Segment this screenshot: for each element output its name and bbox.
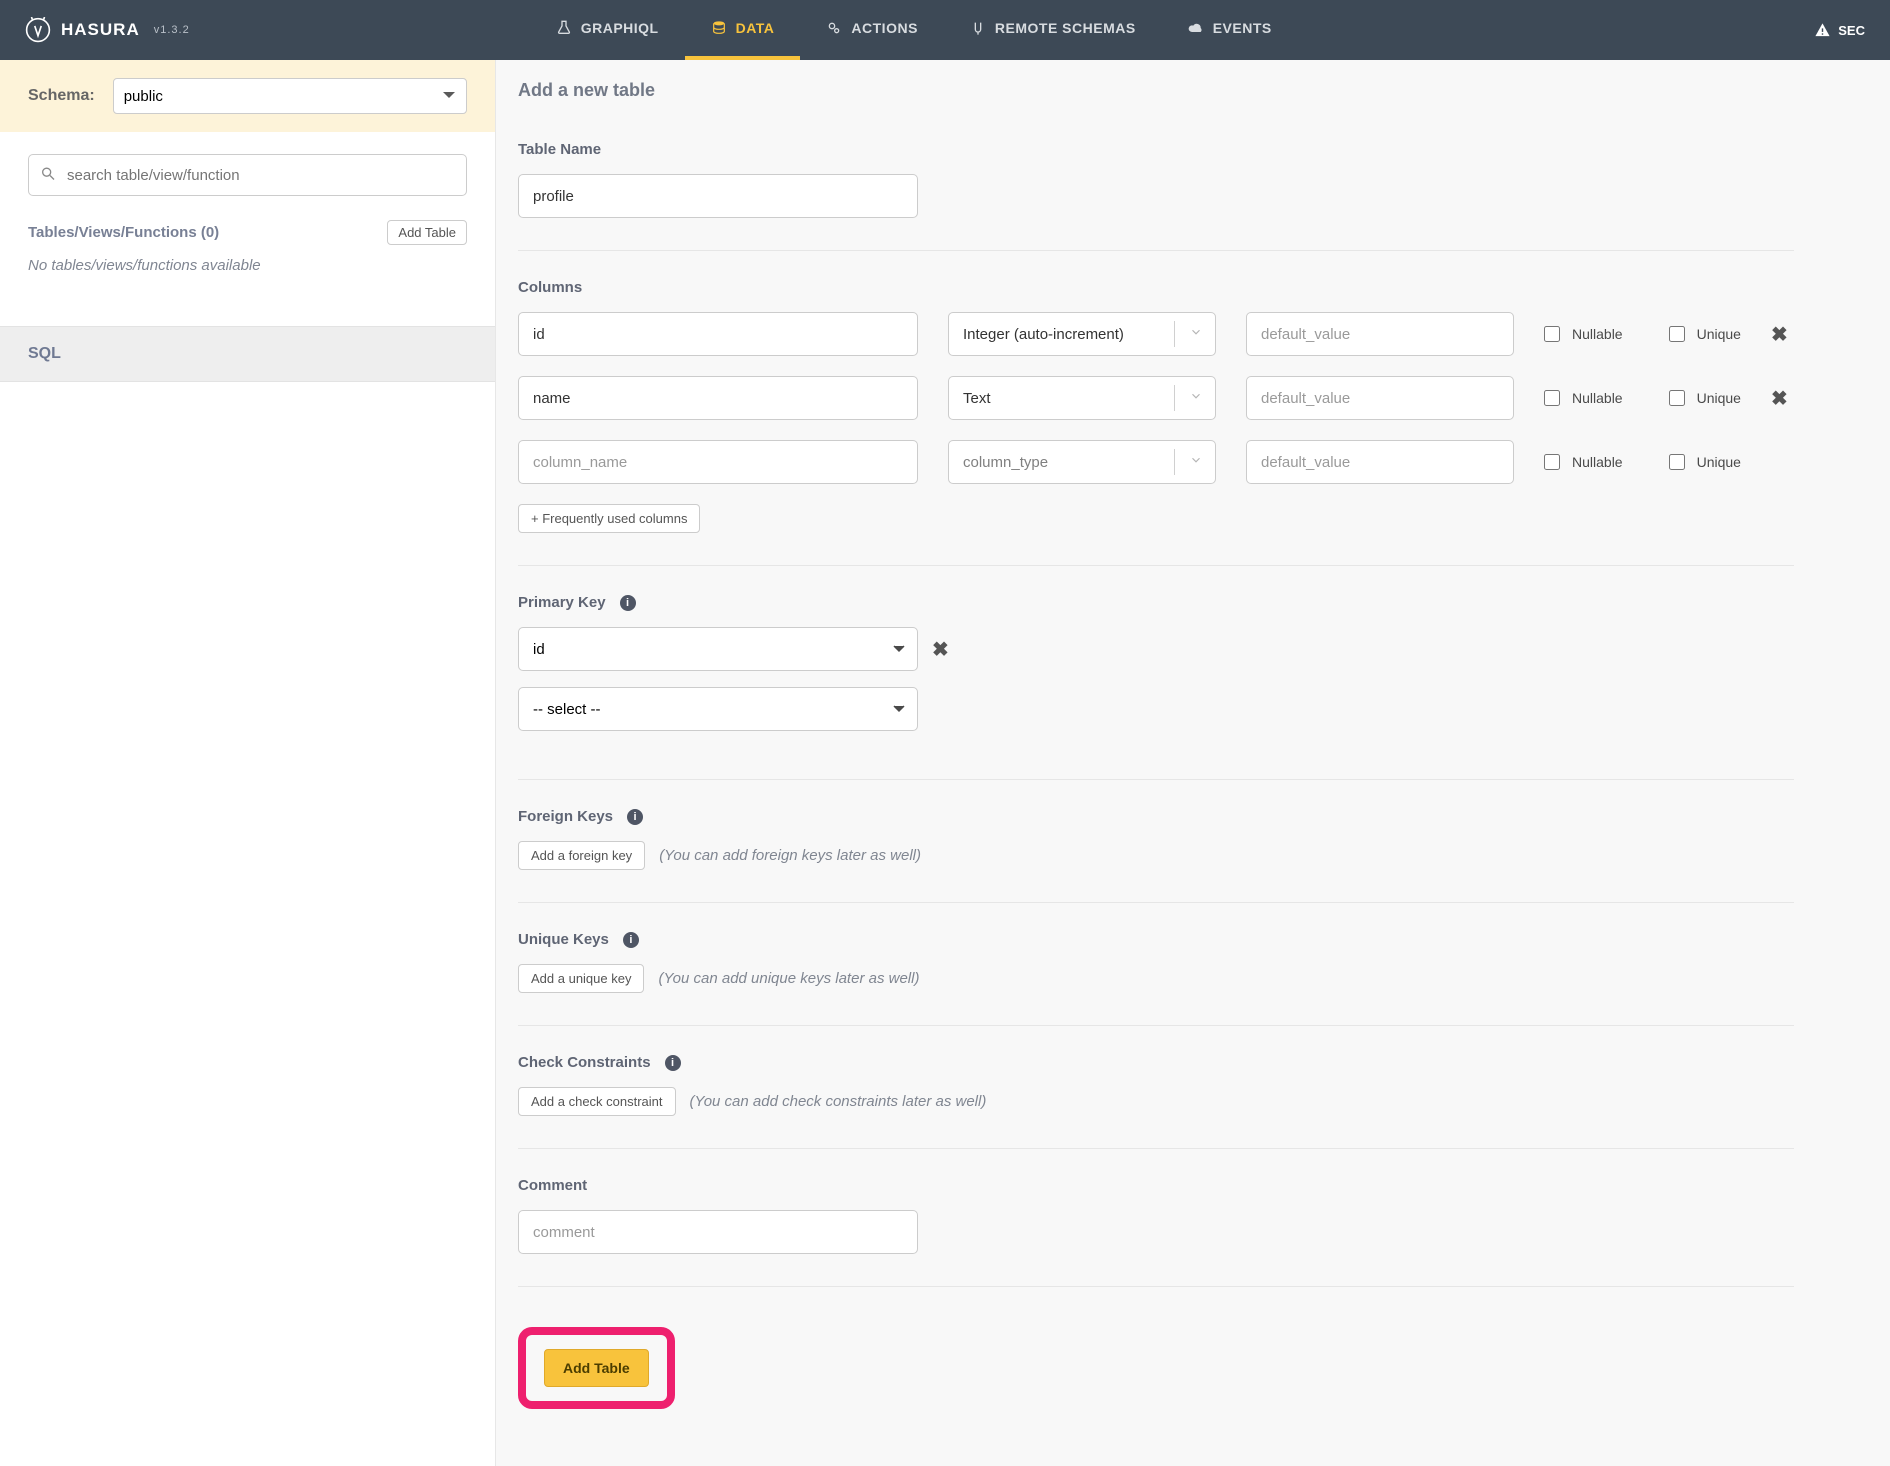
nullable-checkbox[interactable]: Nullable	[1544, 454, 1623, 470]
nullable-checkbox[interactable]: Nullable	[1544, 390, 1623, 406]
frequently-used-columns-button[interactable]: + Frequently used columns	[518, 504, 700, 533]
unique-checkbox[interactable]: Unique	[1669, 390, 1741, 406]
sql-link[interactable]: SQL	[0, 326, 495, 382]
comment-input[interactable]	[518, 1210, 918, 1254]
info-icon[interactable]: i	[620, 595, 636, 611]
column-default-input[interactable]	[1246, 312, 1514, 356]
sidebar-search	[28, 154, 467, 196]
column-name-input[interactable]	[518, 376, 918, 420]
secure-label: SEC	[1838, 23, 1865, 38]
unique-keys-label: Unique Keys	[518, 931, 609, 948]
add-check-constraint-button[interactable]: Add a check constraint	[518, 1087, 676, 1116]
column-default-input[interactable]	[1246, 376, 1514, 420]
database-icon	[711, 20, 727, 36]
add-table-submit-button[interactable]: Add Table	[544, 1349, 649, 1387]
foreign-key-hint: (You can add foreign keys later as well)	[659, 847, 921, 864]
column-row: Integer (auto-increment) Nullable Unique…	[518, 312, 1794, 356]
comment-label: Comment	[518, 1177, 1794, 1194]
remove-primary-key-icon[interactable]: ✖	[932, 637, 949, 662]
schema-select[interactable]: public	[113, 78, 467, 114]
unique-checkbox[interactable]: Unique	[1669, 454, 1741, 470]
column-row: column_type Nullable Unique	[518, 440, 1794, 484]
primary-key-label: Primary Key	[518, 594, 606, 611]
nullable-checkbox[interactable]: Nullable	[1544, 326, 1623, 342]
nav-remote-schemas[interactable]: REMOTE SCHEMAS	[944, 0, 1162, 60]
column-type-select[interactable]: Integer (auto-increment)	[948, 312, 1216, 356]
foreign-keys-label: Foreign Keys	[518, 808, 613, 825]
brand: HASURA v1.3.2	[25, 17, 190, 43]
page-title: Add a new table	[518, 80, 1794, 101]
column-type-select[interactable]: Text	[948, 376, 1216, 420]
primary-key-select[interactable]: id	[518, 627, 918, 671]
tables-heading: Tables/Views/Functions (0)	[28, 224, 219, 241]
nav-events[interactable]: EVENTS	[1162, 0, 1298, 60]
info-icon[interactable]: i	[665, 1055, 681, 1071]
check-constraint-hint: (You can add check constraints later as …	[690, 1093, 987, 1110]
remove-column-icon[interactable]: ✖	[1771, 322, 1788, 347]
nav-data-label: DATA	[736, 20, 775, 36]
nav-data[interactable]: DATA	[685, 0, 801, 60]
search-icon	[40, 166, 56, 185]
nav-events-label: EVENTS	[1213, 20, 1272, 36]
schema-bar: Schema: public	[0, 60, 495, 132]
cloud-icon	[1188, 20, 1204, 36]
column-type-select[interactable]: column_type	[948, 440, 1216, 484]
unique-checkbox[interactable]: Unique	[1669, 326, 1741, 342]
primary-key-add-select[interactable]: -- select --	[518, 687, 918, 731]
column-name-input[interactable]	[518, 312, 918, 356]
nav-remote-schemas-label: REMOTE SCHEMAS	[995, 20, 1136, 36]
version-label: v1.3.2	[154, 24, 190, 36]
top-navbar: HASURA v1.3.2 GRAPHIQL DATA ACTIONS REMO…	[0, 0, 1890, 60]
info-icon[interactable]: i	[627, 809, 643, 825]
nav-actions-label: ACTIONS	[851, 20, 918, 36]
nav-actions[interactable]: ACTIONS	[800, 0, 944, 60]
column-row: Text Nullable Unique ✖	[518, 376, 1794, 420]
unique-key-hint: (You can add unique keys later as well)	[658, 970, 919, 987]
warning-icon	[1814, 22, 1831, 39]
remove-column-icon[interactable]: ✖	[1771, 386, 1788, 411]
info-icon[interactable]: i	[623, 932, 639, 948]
columns-label: Columns	[518, 279, 1794, 296]
flask-icon	[556, 20, 572, 36]
gears-icon	[826, 20, 842, 36]
add-unique-key-button[interactable]: Add a unique key	[518, 964, 644, 993]
check-constraints-label: Check Constraints	[518, 1054, 651, 1071]
hasura-logo-icon	[25, 17, 51, 43]
main-content: Add a new table Table Name Columns Integ…	[496, 60, 1890, 1466]
plug-icon	[970, 20, 986, 36]
table-name-input[interactable]	[518, 174, 918, 218]
add-foreign-key-button[interactable]: Add a foreign key	[518, 841, 645, 870]
brand-name: HASURA	[61, 20, 140, 40]
add-table-highlight: Add Table	[518, 1327, 675, 1409]
top-nav: GRAPHIQL DATA ACTIONS REMOTE SCHEMAS EVE…	[530, 0, 1298, 60]
secure-endpoint-hint[interactable]: SEC	[1814, 22, 1865, 39]
nav-graphiql[interactable]: GRAPHIQL	[530, 0, 685, 60]
sidebar-empty-message: No tables/views/functions available	[28, 257, 467, 274]
sidebar-add-table-button[interactable]: Add Table	[387, 220, 467, 245]
column-name-input[interactable]	[518, 440, 918, 484]
nav-graphiql-label: GRAPHIQL	[581, 20, 659, 36]
table-name-label: Table Name	[518, 141, 1794, 158]
search-input[interactable]	[28, 154, 467, 196]
schema-label: Schema:	[28, 87, 95, 105]
column-default-input[interactable]	[1246, 440, 1514, 484]
sidebar: Schema: public Tables/Views/Functions (0…	[0, 60, 496, 1466]
